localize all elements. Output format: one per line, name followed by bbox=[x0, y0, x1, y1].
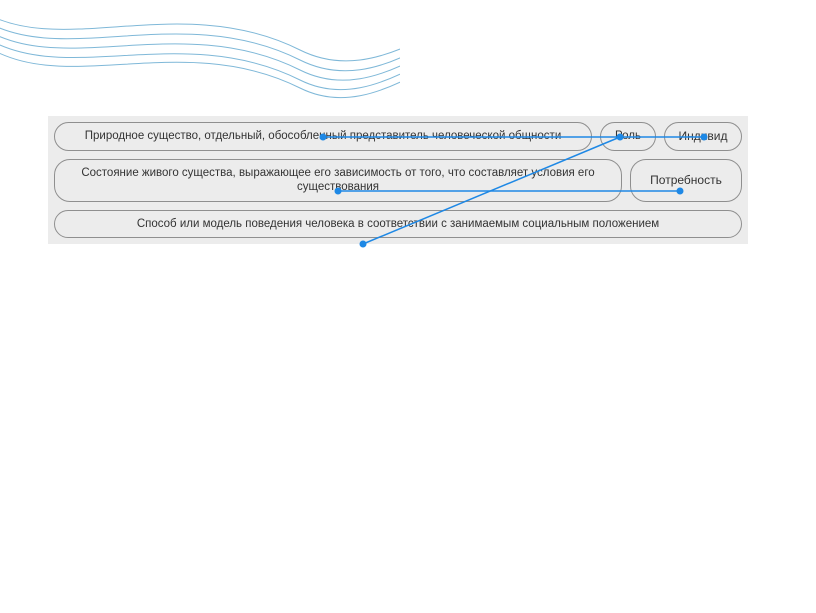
definition-1[interactable]: Природное существо, отдельный, обособлен… bbox=[54, 122, 592, 151]
definition-3[interactable]: Способ или модель поведения человека в с… bbox=[54, 210, 742, 238]
term-role[interactable]: Роль bbox=[600, 122, 656, 151]
matching-exercise-panel: Природное существо, отдельный, обособлен… bbox=[48, 116, 748, 244]
row-3: Способ или модель поведения человека в с… bbox=[54, 210, 742, 238]
row-2: Состояние живого существа, выражающее ег… bbox=[54, 159, 742, 202]
definition-2[interactable]: Состояние живого существа, выражающее ег… bbox=[54, 159, 622, 202]
row-1: Природное существо, отдельный, обособлен… bbox=[54, 122, 742, 151]
term-individ[interactable]: Индивид bbox=[664, 122, 742, 151]
term-need[interactable]: Потребность bbox=[630, 159, 742, 202]
decorative-waves bbox=[0, 0, 400, 120]
